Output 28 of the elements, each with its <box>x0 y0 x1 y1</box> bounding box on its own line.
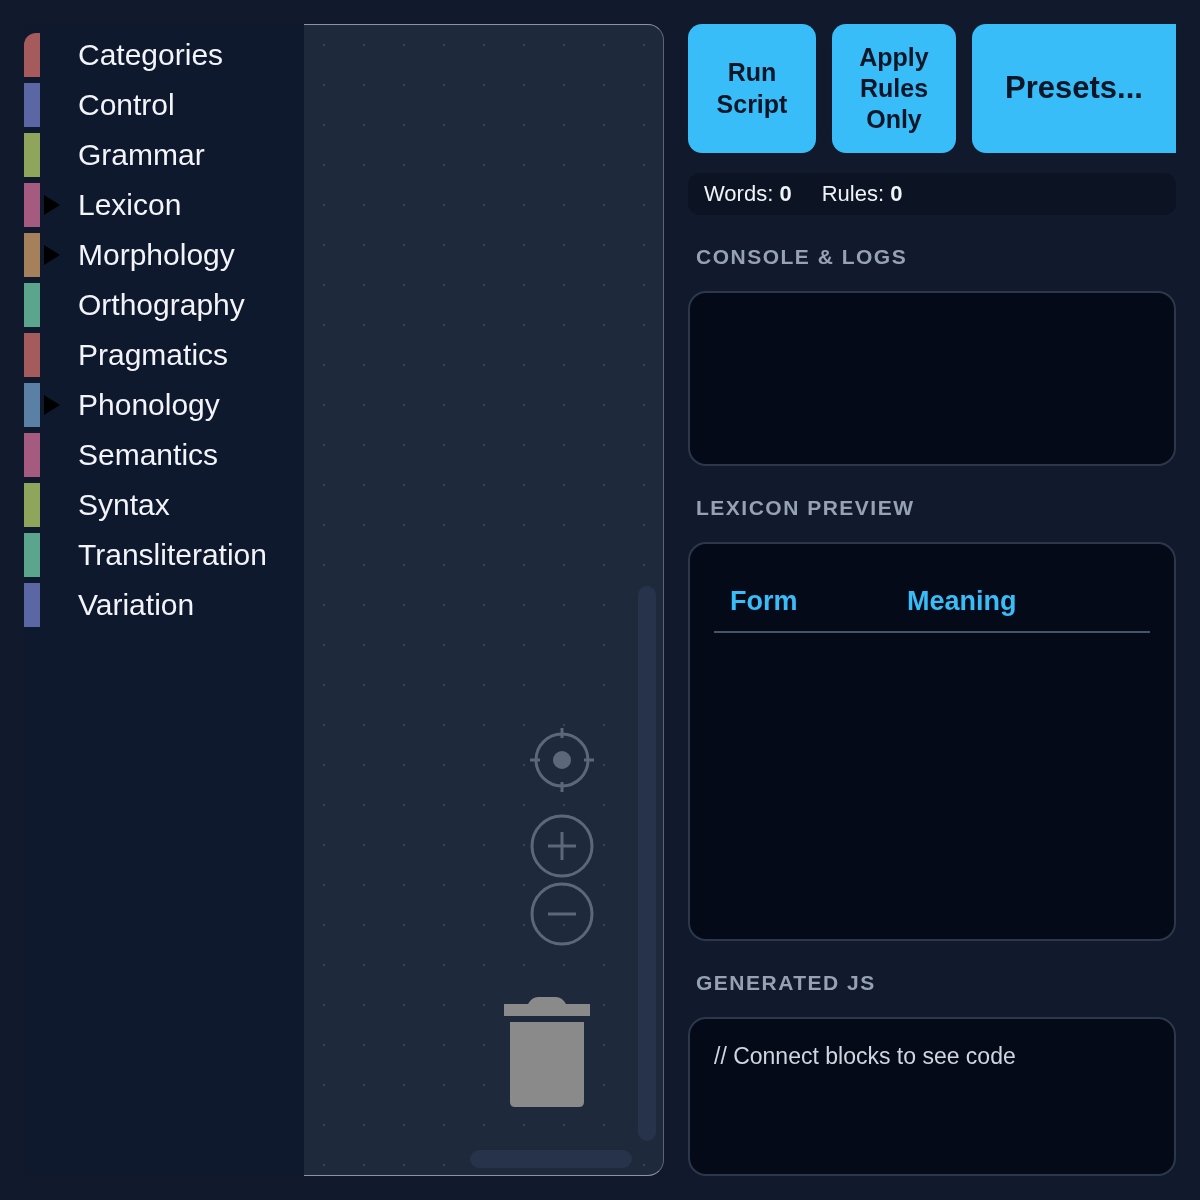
code-text: // Connect blocks to see code <box>713 1041 1017 1071</box>
category-item[interactable]: Syntax <box>78 488 170 522</box>
category-item[interactable]: Morphology <box>78 238 235 272</box>
category-item[interactable]: Pragmatics <box>78 338 229 372</box>
column-header: Meaning <box>891 574 1150 633</box>
workspace-canvas[interactable] <box>304 24 664 1176</box>
category-item[interactable]: Variation <box>78 588 195 622</box>
section-heading: LEXICON PREVIEW <box>696 496 916 521</box>
category-item[interactable]: Grammar <box>78 138 205 172</box>
category-item[interactable]: Semantics <box>78 438 219 472</box>
category-item[interactable]: Orthography <box>78 288 245 322</box>
stat-text: Rules: 0 <box>821 181 903 208</box>
column-header: Form <box>714 574 891 633</box>
trash-icon[interactable] <box>504 997 590 1107</box>
section-heading: GENERATED JS <box>696 970 877 995</box>
category-item[interactable]: Categories <box>78 38 224 72</box>
category-item[interactable]: Transliteration <box>78 538 267 572</box>
action-button[interactable]: Presets... <box>972 24 1176 154</box>
zoom-in-icon[interactable] <box>530 814 594 878</box>
category-item[interactable]: Lexicon <box>78 188 182 222</box>
category-item[interactable]: Phonology <box>78 388 220 422</box>
action-button[interactable]: Run Script <box>688 24 816 154</box>
section-heading: CONSOLE & LOGS <box>696 245 909 270</box>
stat-text: Words: 0 <box>704 181 792 208</box>
category-item[interactable]: Control <box>78 88 175 122</box>
recenter-icon[interactable] <box>530 726 594 792</box>
action-button[interactable]: Apply Rules Only <box>832 24 956 154</box>
zoom-out-icon[interactable] <box>530 882 594 946</box>
